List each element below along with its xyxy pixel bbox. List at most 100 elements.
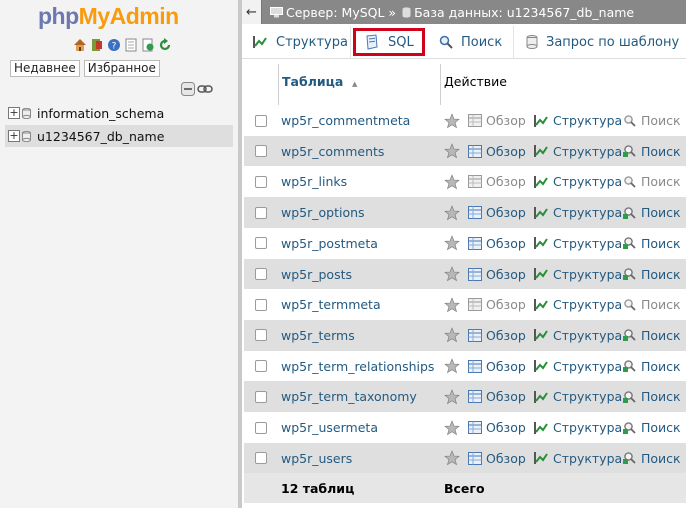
table-name-link[interactable]: wp5r_users [281, 451, 352, 466]
structure-action[interactable]: Структура [533, 144, 622, 159]
tree-db-label: u1234567_db_name [37, 128, 165, 144]
structure-action[interactable]: Структура [533, 236, 622, 251]
tree-db-u1234567[interactable]: + u1234567_db_name [5, 125, 233, 147]
row-checkbox[interactable] [255, 175, 267, 188]
back-arrow-icon[interactable]: ← [242, 0, 262, 24]
structure-action[interactable]: Структура [533, 174, 622, 189]
structure-action[interactable]: Структура [533, 359, 622, 374]
home-icon[interactable] [73, 38, 87, 52]
link-icon[interactable] [197, 83, 213, 98]
tab-structure[interactable]: Структура [252, 28, 348, 56]
favorite-star-icon[interactable] [444, 327, 460, 343]
tab-sql[interactable]: SQL [353, 28, 425, 56]
table-name-link[interactable]: wp5r_termmeta [281, 297, 381, 312]
row-checkbox[interactable] [255, 206, 267, 219]
favorites-tab[interactable]: Избранное [83, 60, 160, 77]
structure-action[interactable]: Структура [533, 451, 622, 466]
table-name-link[interactable]: wp5r_term_taxonomy [281, 389, 417, 404]
panel-resizer[interactable] [238, 0, 242, 508]
tab-search[interactable]: Поиск [439, 28, 502, 56]
browse-action[interactable]: Обзор [468, 389, 526, 404]
structure-action[interactable]: Структура [533, 328, 622, 343]
search-action[interactable]: Поиск [623, 328, 681, 343]
search-action[interactable]: Поиск [623, 451, 681, 466]
phpmyadmin-logo[interactable]: phpMyAdmin [38, 3, 179, 30]
favorite-star-icon[interactable] [444, 235, 460, 251]
row-checkbox[interactable] [255, 390, 267, 403]
row-checkbox[interactable] [255, 298, 267, 311]
tab-query[interactable]: Запрос по шаблону [526, 28, 679, 56]
logout-icon[interactable] [90, 38, 104, 52]
favorite-star-icon[interactable] [444, 296, 460, 313]
favorite-star-icon[interactable] [444, 266, 460, 282]
row-checkbox[interactable] [255, 360, 267, 373]
row-checkbox[interactable] [255, 114, 267, 127]
table-name-link[interactable]: wp5r_term_relationships [281, 359, 434, 374]
table-name-link[interactable]: wp5r_links [281, 174, 347, 189]
row-checkbox[interactable] [255, 452, 267, 465]
expand-icon[interactable]: + [8, 107, 20, 119]
row-checkbox[interactable] [255, 268, 267, 280]
settings-icon[interactable] [141, 38, 155, 52]
search-action[interactable]: Поиск [623, 267, 681, 282]
favorite-star-icon[interactable] [444, 419, 460, 436]
table-name-link[interactable]: wp5r_posts [281, 267, 352, 282]
breadcrumb-server[interactable]: Сервер: MySQL » [286, 5, 396, 20]
browse-action[interactable]: Обзор [468, 359, 526, 374]
browse-action[interactable]: Обзор [468, 144, 526, 159]
search-action[interactable]: Поиск [623, 236, 681, 251]
table-name-link[interactable]: wp5r_commentmeta [281, 113, 410, 128]
browse-action[interactable]: Обзор [468, 451, 526, 466]
row-checkbox[interactable] [255, 329, 267, 342]
help-icon[interactable]: ? [107, 38, 121, 52]
search-action[interactable]: Поиск [623, 359, 681, 374]
browse-action[interactable]: Обзор [468, 420, 526, 435]
table-name-link[interactable]: wp5r_comments [281, 144, 384, 159]
browse-action[interactable]: Обзор [468, 328, 526, 343]
tree-db-information-schema[interactable]: + information_schema [8, 102, 236, 124]
favorite-star-icon[interactable] [444, 388, 460, 405]
table-name-link[interactable]: wp5r_terms [281, 328, 355, 343]
search-action[interactable]: Поиск [623, 205, 681, 220]
favorite-star-icon[interactable] [444, 204, 460, 221]
browse-action[interactable]: Обзор [468, 174, 526, 189]
recent-tab[interactable]: Недавнее [10, 60, 80, 77]
favorite-star-icon[interactable] [444, 143, 460, 159]
table-footer: 12 таблиц Всего [244, 473, 686, 504]
tab-sql-label: SQL [388, 34, 414, 50]
reload-icon[interactable] [158, 38, 172, 52]
breadcrumb-database[interactable]: База данных: u1234567_db_name [414, 5, 634, 20]
table-name-link[interactable]: wp5r_usermeta [281, 420, 378, 435]
table-name-link[interactable]: wp5r_options [281, 205, 365, 220]
favorite-star-icon[interactable] [444, 174, 460, 190]
row-checkbox[interactable] [255, 237, 267, 250]
structure-action[interactable]: Структура [533, 389, 622, 404]
search-action[interactable]: Поиск [623, 174, 681, 189]
structure-action[interactable]: Структура [533, 113, 622, 128]
search-action[interactable]: Поиск [623, 144, 681, 159]
favorite-star-icon[interactable] [444, 358, 460, 374]
structure-action[interactable]: Структура [533, 205, 622, 220]
structure-action[interactable]: Структура [533, 420, 622, 435]
browse-action[interactable]: Обзор [468, 113, 526, 128]
search-action[interactable]: Поиск [623, 113, 681, 128]
documentation-icon[interactable] [124, 38, 138, 52]
search-action[interactable]: Поиск [623, 297, 681, 312]
row-checkbox[interactable] [255, 145, 267, 158]
search-action[interactable]: Поиск [623, 420, 681, 435]
expand-icon[interactable]: + [8, 130, 20, 142]
browse-action[interactable]: Обзор [468, 236, 526, 251]
favorite-star-icon[interactable] [444, 450, 460, 466]
browse-action[interactable]: Обзор [468, 297, 526, 312]
browse-action[interactable]: Обзор [468, 267, 526, 282]
structure-action[interactable]: Структура [533, 267, 622, 282]
collapse-all-icon[interactable] [181, 82, 195, 99]
row-checkbox[interactable] [255, 421, 267, 434]
search-action[interactable]: Поиск [623, 389, 681, 404]
browse-action[interactable]: Обзор [468, 205, 526, 220]
column-header-table[interactable]: Таблица ▲ [282, 74, 357, 89]
structure-action[interactable]: Структура [533, 297, 622, 312]
favorite-star-icon[interactable] [444, 112, 460, 129]
column-divider [278, 64, 279, 108]
table-name-link[interactable]: wp5r_postmeta [281, 236, 378, 251]
